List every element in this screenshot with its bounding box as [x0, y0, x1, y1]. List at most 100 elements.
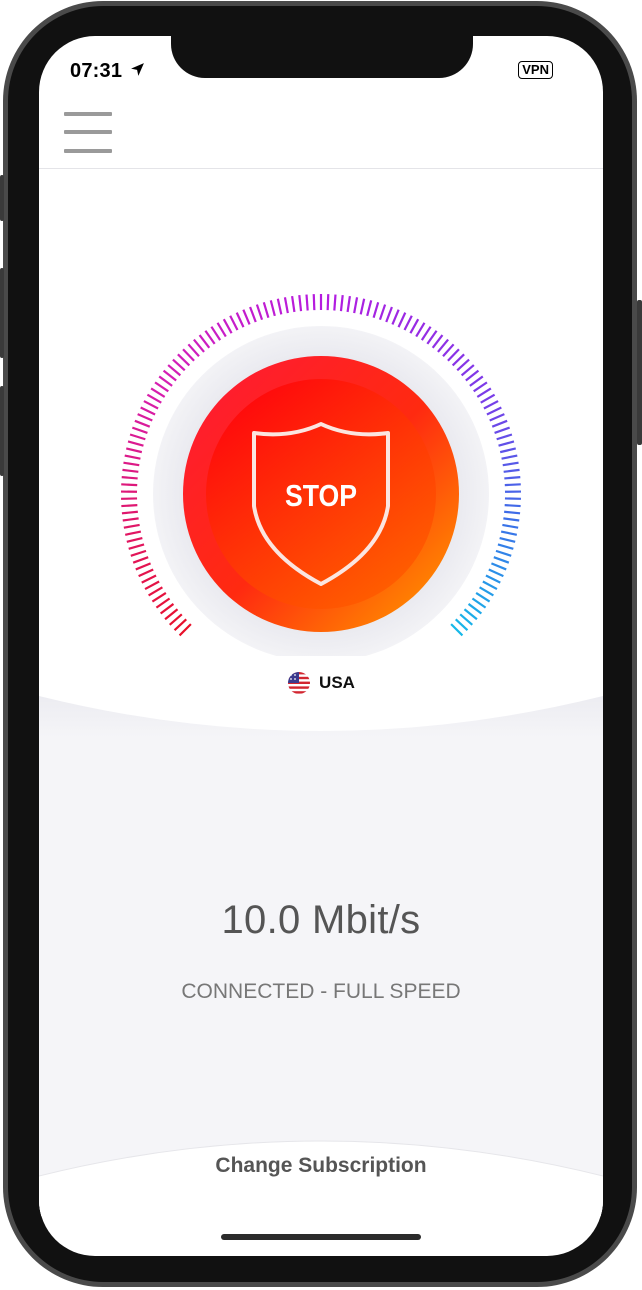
gauge-tick [154, 381, 169, 393]
gauge-tick [378, 304, 387, 321]
gauge-tick [135, 562, 151, 571]
gauge-tick [456, 358, 470, 372]
gauge-tick [173, 618, 188, 632]
gauge-tick [151, 592, 167, 603]
gauge-tick [333, 294, 337, 311]
gauge-tick [498, 440, 515, 447]
gauge-tick [131, 426, 148, 434]
gauge-tick [493, 556, 510, 564]
gauge-tick [473, 381, 488, 393]
header-divider [39, 168, 603, 169]
mute-switch [0, 175, 4, 221]
gauge-tick [127, 440, 144, 447]
gauge-tick [480, 393, 496, 404]
gauge-tick [269, 300, 276, 317]
gauge-tick [463, 608, 478, 621]
gauge-tick [499, 447, 517, 454]
gauge-tick [177, 353, 191, 367]
menu-button[interactable] [64, 112, 112, 156]
gauge-tick [172, 358, 186, 372]
gauge-tick [124, 530, 142, 536]
gauge-tick [326, 294, 330, 311]
gauge-tick [138, 568, 154, 578]
gauge-tick [489, 413, 505, 422]
gauge-tick [137, 413, 153, 422]
gauge-tick [469, 375, 484, 387]
us-flag-icon [288, 672, 311, 694]
gauge-tick [459, 613, 474, 626]
gauge-tick [346, 295, 351, 313]
gauge-tick [403, 315, 413, 331]
gauge-tick [504, 504, 521, 508]
gauge-tick [420, 326, 432, 341]
gauge-tick [128, 543, 145, 550]
gauge-tick [359, 298, 366, 315]
gauge-tick [447, 348, 460, 362]
gauge-tick [483, 400, 499, 410]
gauge-tick [312, 294, 316, 311]
gauge-tick [121, 504, 138, 508]
country-name: USA [319, 673, 355, 692]
gauge-tick [283, 297, 289, 314]
gauge-tick [148, 586, 163, 597]
gauge-tick [210, 326, 222, 341]
gauge-tick [291, 295, 296, 313]
gauge-tick [216, 322, 227, 338]
gauge-tick [134, 419, 151, 428]
gauge-tick [486, 406, 502, 416]
gauge-tick [141, 574, 157, 584]
gauge-tick [146, 393, 162, 404]
country-selector[interactable]: USA [39, 670, 603, 696]
gauge-tick [415, 322, 426, 338]
gauge-tick [150, 387, 166, 398]
gauge-tick [159, 603, 175, 615]
gauge-tick [123, 523, 140, 529]
gauge-tick [504, 483, 521, 487]
gauge-tick [475, 592, 491, 603]
gauge-tick [143, 400, 159, 410]
gauge-tick [249, 306, 257, 323]
gauge-tick [465, 369, 480, 382]
gauge-tick [235, 312, 245, 328]
gauge-tick [504, 476, 521, 480]
gauge-tick [178, 623, 192, 637]
gauge-tick [497, 543, 514, 550]
connection-status: CONNECTED - FULL SPEED [181, 980, 461, 1003]
gauge-tick [476, 387, 492, 398]
gauge-tick [242, 309, 251, 325]
gauge-tick [124, 454, 141, 460]
gauge-tick [353, 297, 359, 314]
power-button [637, 300, 642, 445]
vpn-badge: VPN [518, 61, 553, 79]
connect-button[interactable]: STOP [183, 356, 459, 632]
gauge-tick [132, 556, 149, 564]
gauge-tick [187, 343, 200, 358]
gauge-tick [158, 375, 173, 387]
speed-gauge: STOP [121, 294, 521, 656]
gauge-tick [504, 510, 521, 515]
gauge-tick [502, 461, 519, 467]
gauge-tick [204, 330, 216, 345]
gauge-tick [501, 454, 518, 460]
gauge-tick [426, 330, 438, 345]
home-indicator [221, 1234, 421, 1240]
change-subscription-button[interactable]: Change Subscription [39, 1154, 603, 1178]
gauge-tick [491, 419, 508, 428]
gauge-tick [503, 517, 520, 522]
status-bar-time: 07:31 [70, 60, 145, 83]
gauge-tick [482, 580, 498, 591]
gauge-tick [126, 536, 143, 543]
app-screen: 07:31 VPN STOP USA 10.0 Mbit/s CONNECTED… [39, 36, 603, 1256]
gauge-tick [467, 603, 483, 615]
connection-speed: 10.0 Mbit/s [221, 898, 421, 942]
gauge-tick [193, 338, 205, 353]
gauge-tick [450, 623, 464, 637]
gauge-tick [276, 298, 283, 315]
gauge-tick [485, 574, 501, 584]
gauge-tick [397, 312, 407, 328]
gauge-tick [125, 447, 143, 454]
gauge-tick [262, 302, 270, 318]
gauge-tick [162, 369, 177, 382]
gauge-tick [298, 295, 303, 312]
gauge-tick [451, 353, 465, 367]
